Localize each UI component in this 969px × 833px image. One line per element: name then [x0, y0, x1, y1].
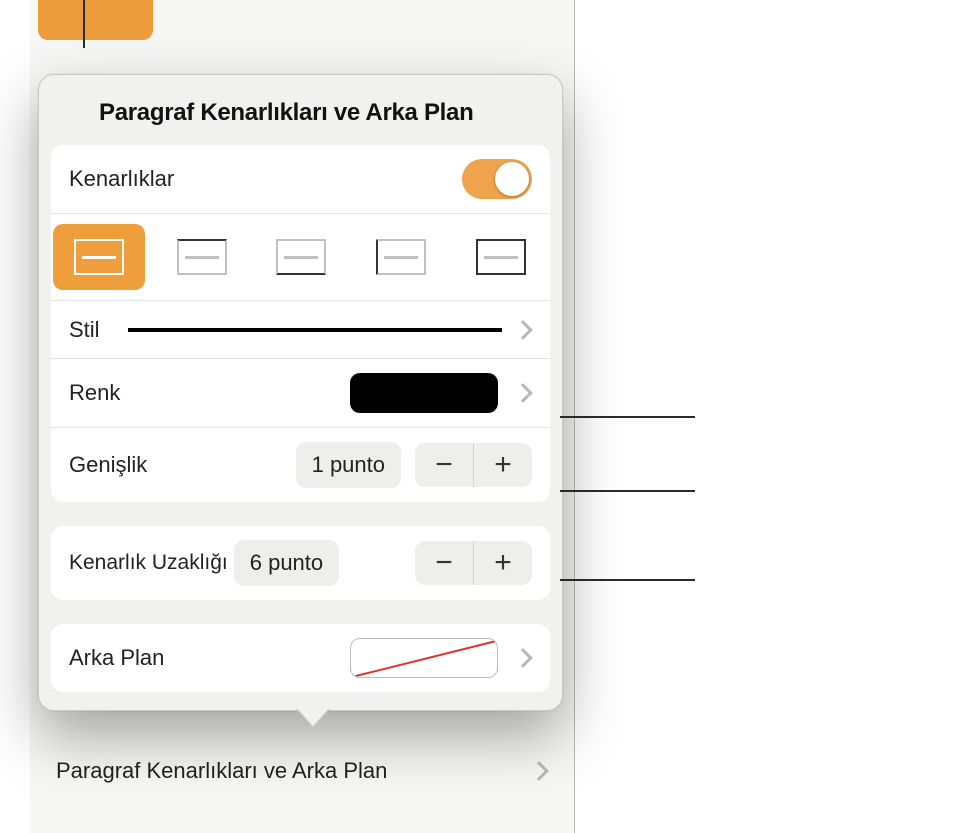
width-row: Genişlik 1 punto − + — [51, 428, 550, 502]
width-increment-button[interactable]: + — [474, 443, 532, 487]
width-decrement-button[interactable]: − — [415, 443, 473, 487]
chevron-right-icon — [513, 320, 533, 340]
offset-row: Kenarlık Uzaklığı 6 punto − + — [51, 526, 550, 600]
borders-label: Kenarlıklar — [69, 166, 174, 192]
offset-increment-button[interactable]: + — [474, 541, 532, 585]
offset-value: 6 punto — [234, 540, 339, 586]
underlying-tab-accent — [38, 0, 153, 40]
chevron-right-icon — [513, 383, 533, 403]
popover-title: Paragraf Kenarlıkları ve Arka Plan — [39, 75, 562, 145]
border-left-icon — [376, 239, 426, 275]
callout-line — [83, 0, 85, 48]
border-all-segment[interactable] — [53, 224, 145, 290]
chevron-right-icon — [529, 761, 549, 781]
chevron-right-icon — [513, 648, 533, 668]
background-swatch-none[interactable] — [350, 638, 498, 678]
border-outer-segment[interactable] — [458, 224, 544, 290]
background-card: Arka Plan — [51, 624, 550, 692]
border-top-icon — [177, 239, 227, 275]
style-row[interactable]: Stil — [51, 301, 550, 359]
color-swatch[interactable] — [350, 373, 498, 413]
border-all-icon — [74, 239, 124, 275]
offset-decrement-button[interactable]: − — [415, 541, 473, 585]
border-position-segments — [51, 214, 550, 301]
callout-line — [560, 579, 695, 581]
border-bottom-icon — [276, 239, 326, 275]
paragraph-borders-row[interactable]: Paragraf Kenarlıkları ve Arka Plan — [40, 743, 564, 799]
border-left-segment[interactable] — [358, 224, 444, 290]
paragraph-borders-row-label: Paragraf Kenarlıkları ve Arka Plan — [56, 758, 387, 784]
borders-toggle[interactable] — [462, 159, 532, 199]
offset-label: Kenarlık Uzaklığı — [69, 551, 228, 575]
background-label: Arka Plan — [69, 645, 164, 671]
borders-card: Kenarlıklar — [51, 145, 550, 502]
inspector-panel: Paragraf Kenarlıkları ve Arka Plan Parag… — [30, 0, 575, 833]
toggle-knob — [495, 162, 529, 196]
paragraph-borders-popover: Paragraf Kenarlıkları ve Arka Plan Kenar… — [38, 74, 563, 711]
callout-line — [560, 416, 695, 418]
callout-line — [560, 490, 695, 492]
background-row[interactable]: Arka Plan — [51, 624, 550, 692]
color-row[interactable]: Renk — [51, 359, 550, 428]
style-label: Stil — [69, 317, 100, 343]
width-value: 1 punto — [296, 442, 401, 488]
line-style-preview — [128, 328, 502, 332]
border-top-segment[interactable] — [159, 224, 245, 290]
border-outer-icon — [476, 239, 526, 275]
color-label: Renk — [69, 380, 120, 406]
border-bottom-segment[interactable] — [259, 224, 345, 290]
offset-stepper: − + — [415, 541, 532, 585]
offset-card: Kenarlık Uzaklığı 6 punto − + — [51, 526, 550, 600]
width-stepper: − + — [415, 443, 532, 487]
borders-toggle-row: Kenarlıklar — [51, 145, 550, 214]
width-label: Genişlik — [69, 452, 147, 478]
